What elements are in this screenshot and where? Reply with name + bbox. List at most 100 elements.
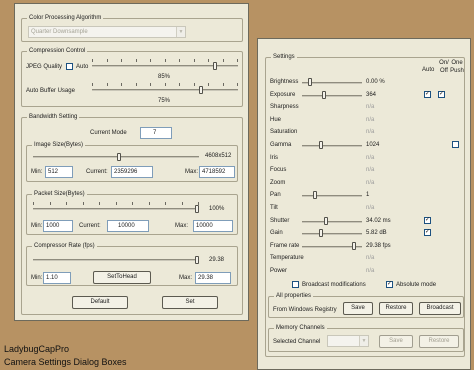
tick-mark bbox=[49, 202, 51, 205]
property-slider-thumb[interactable] bbox=[313, 191, 318, 200]
property-slider-track[interactable] bbox=[302, 145, 362, 147]
absolute-mode-checkbox[interactable]: ✓ bbox=[386, 281, 393, 288]
current-mode-field[interactable]: 7 bbox=[140, 127, 172, 139]
property-auto-checkbox[interactable]: ✓ bbox=[424, 216, 431, 224]
jpeg-quality-slider[interactable] bbox=[92, 59, 238, 71]
packet-current-label: Current: bbox=[79, 223, 101, 229]
property-slider-thumb[interactable] bbox=[321, 90, 326, 99]
slider-thumb[interactable] bbox=[212, 62, 217, 70]
property-slider-thumb[interactable] bbox=[324, 216, 329, 225]
color-algorithm-value: Quarter Downsample bbox=[31, 29, 88, 35]
property-onepush-checkbox[interactable] bbox=[452, 141, 459, 148]
property-slider-track[interactable] bbox=[302, 220, 362, 223]
property-slider-track[interactable] bbox=[302, 233, 362, 236]
tick-mark bbox=[33, 202, 34, 205]
col-onepush-header: One Push bbox=[450, 60, 464, 74]
property-name: Gamma bbox=[270, 142, 292, 148]
save-button[interactable]: Save bbox=[343, 302, 373, 315]
packet-max-field[interactable]: 10000 bbox=[193, 220, 233, 232]
compressor-min-field[interactable]: 1.10 bbox=[43, 272, 71, 284]
jpeg-quality-label: JPEG Quality bbox=[26, 64, 63, 70]
property-name: Frame rate bbox=[270, 242, 300, 249]
property-name: Brightness bbox=[270, 79, 299, 85]
compressor-value: 29.38 bbox=[209, 257, 225, 263]
current-mode-label: Current Mode bbox=[90, 130, 127, 136]
color-processing-group: Color Processing Algorithm Quarter Downs… bbox=[21, 14, 243, 42]
property-slider-thumb[interactable] bbox=[318, 229, 323, 238]
tick-mark bbox=[179, 59, 180, 62]
property-auto-checkbox[interactable]: ✓ bbox=[424, 229, 431, 237]
property-row: Temperature n/a bbox=[266, 252, 466, 265]
image-current-value: 2359296 bbox=[114, 169, 138, 175]
property-value: 1 bbox=[366, 192, 370, 199]
selected-channel-select[interactable]: ▼ bbox=[327, 335, 369, 347]
property-name: Iris bbox=[270, 154, 278, 161]
packet-size-thumb[interactable] bbox=[195, 205, 199, 213]
image-max-field[interactable]: 4718592 bbox=[199, 166, 235, 178]
property-auto-checkbox[interactable]: ✓ bbox=[424, 90, 431, 98]
slider-thumb[interactable] bbox=[198, 86, 203, 94]
absolute-mode-label: Absolute mode bbox=[396, 282, 437, 288]
memory-save-button[interactable]: Save bbox=[379, 335, 413, 348]
image-min-field[interactable]: 512 bbox=[45, 166, 73, 178]
property-row: Shutter 34.02 ms ✓ bbox=[266, 215, 466, 228]
tick-mark bbox=[181, 202, 183, 205]
tick-mark bbox=[150, 59, 151, 62]
property-name: Temperature bbox=[270, 255, 304, 262]
tick-mark bbox=[66, 202, 67, 205]
property-value: n/a bbox=[366, 205, 375, 211]
property-name: Sharpness bbox=[270, 104, 299, 111]
property-name: Hue bbox=[270, 116, 282, 123]
property-slider-track[interactable] bbox=[302, 195, 362, 198]
restore-button[interactable]: Restore bbox=[379, 302, 413, 315]
set-to-head-button[interactable]: SetToHead bbox=[93, 271, 151, 284]
packet-percent: 100% bbox=[209, 206, 225, 212]
settings-title: Settings bbox=[271, 53, 297, 61]
compressor-max-field[interactable]: 29.38 bbox=[195, 272, 231, 284]
image-size-dims: 4608x512 bbox=[205, 153, 232, 159]
property-value: n/a bbox=[366, 255, 375, 262]
default-button[interactable]: Default bbox=[72, 296, 128, 309]
property-slider-thumb[interactable] bbox=[307, 78, 312, 86]
property-slider-track[interactable] bbox=[302, 94, 362, 97]
packet-min-field[interactable]: 1000 bbox=[43, 220, 73, 232]
property-slider-thumb[interactable] bbox=[318, 141, 323, 149]
image-max-label: Max: bbox=[185, 169, 199, 175]
settings-dialog: Settings Auto On/ Off One Push Brightnes… bbox=[257, 38, 471, 370]
compressor-rate-title: Compressor Rate (fps) bbox=[32, 242, 97, 250]
property-row: Exposure 364 ✓ ✓ bbox=[266, 89, 466, 102]
tick-mark bbox=[179, 83, 180, 86]
property-row: Gamma 1024 bbox=[266, 139, 466, 152]
set-button[interactable]: Set bbox=[162, 296, 218, 309]
property-slider-thumb[interactable] bbox=[352, 241, 357, 250]
property-row: Iris n/a bbox=[266, 152, 466, 165]
image-current-label: Current: bbox=[86, 169, 108, 175]
packet-min-label: Min: bbox=[31, 223, 43, 229]
caption-title: LadybugCapPro bbox=[4, 344, 70, 354]
broadcast-checkbox[interactable] bbox=[292, 281, 299, 288]
tick-mark bbox=[121, 59, 122, 62]
jpeg-quality-value: 85% bbox=[158, 74, 171, 80]
auto-buffer-slider[interactable] bbox=[92, 83, 238, 95]
tick-mark bbox=[165, 202, 166, 205]
compressor-thumb[interactable] bbox=[195, 256, 199, 264]
property-name: Power bbox=[270, 268, 288, 274]
image-current-field[interactable]: 2359296 bbox=[111, 166, 153, 178]
memory-restore-button[interactable]: Restore bbox=[419, 335, 459, 348]
property-value: 0.00 % bbox=[366, 79, 385, 85]
property-name: Exposure bbox=[270, 91, 296, 98]
property-name: Saturation bbox=[270, 129, 298, 136]
compressor-min-label: Min: bbox=[31, 275, 43, 281]
property-onoff-checkbox[interactable]: ✓ bbox=[438, 90, 445, 98]
packet-current-field[interactable]: 10000 bbox=[107, 220, 149, 232]
image-size-thumb[interactable] bbox=[117, 153, 121, 161]
property-value: n/a bbox=[366, 129, 375, 136]
property-row: Sharpness n/a bbox=[266, 101, 466, 114]
jpeg-auto-checkbox[interactable] bbox=[66, 63, 73, 70]
tick-mark bbox=[99, 202, 100, 205]
chevron-down-icon: ▼ bbox=[359, 336, 368, 346]
property-row: Gain 5.82 dB ✓ bbox=[266, 227, 466, 240]
color-algorithm-select[interactable]: Quarter Downsample ▼ bbox=[28, 26, 186, 38]
tick-mark bbox=[208, 59, 209, 62]
broadcast-button[interactable]: Broadcast bbox=[419, 302, 461, 315]
